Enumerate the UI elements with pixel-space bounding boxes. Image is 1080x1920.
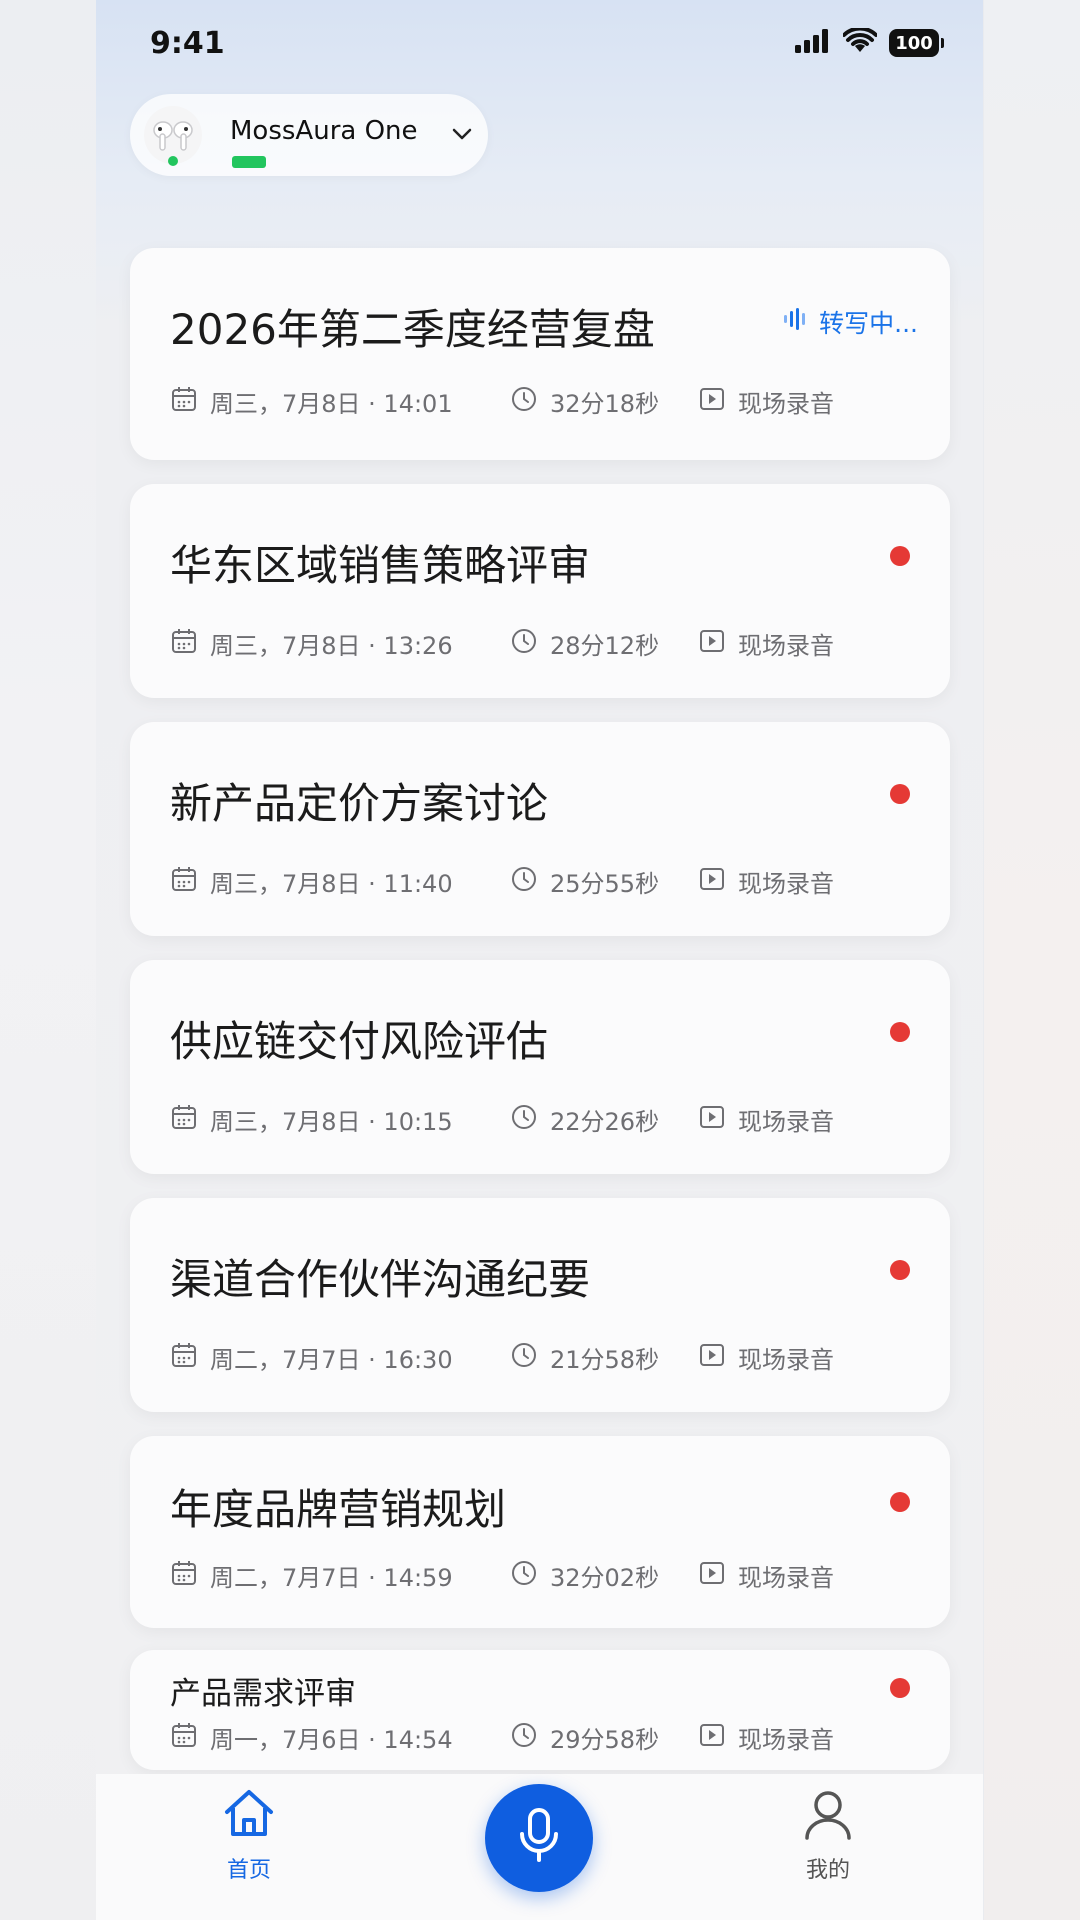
calendar-icon <box>170 1559 198 1593</box>
battery-indicator: 100 <box>889 29 944 57</box>
user-icon <box>802 1788 854 1846</box>
recording-duration: 21分58秒 <box>550 1346 660 1374</box>
recording-date: 周三，7月8日 · 13:26 <box>210 632 453 660</box>
recording-meta: 周三，7月8日 · 10:15 22分26秒 现场录音 <box>170 1102 834 1137</box>
recording-meta: 周二，7月7日 · 14:59 32分02秒 现场录音 <box>170 1558 834 1593</box>
recording-source: 现场录音 <box>738 1108 834 1136</box>
status-icons: 100 <box>795 26 944 58</box>
recording-card[interactable]: 华东区域销售策略评审 周三，7月8日 · 13:26 28分12秒 现场录音 <box>130 484 950 698</box>
recording-date: 周一，7月6日 · 14:54 <box>210 1726 453 1754</box>
signal-icon <box>795 29 831 57</box>
recording-meta: 周三，7月8日 · 13:26 28分12秒 现场录音 <box>170 626 834 661</box>
recording-card[interactable]: 新产品定价方案讨论 周三，7月8日 · 11:40 25分55秒 现场录音 <box>130 722 950 936</box>
recording-card[interactable]: 2026年第二季度经营复盘 转写中... 周三，7月8日 · 14:01 32分… <box>130 248 950 460</box>
recording-card[interactable]: 产品需求评审 周一，7月6日 · 14:54 29分58秒 现场录音 <box>130 1650 950 1770</box>
calendar-icon <box>170 627 198 661</box>
recording-meta: 周一，7月6日 · 14:54 29分58秒 现场录音 <box>170 1720 834 1755</box>
tab-me[interactable]: 我的 <box>802 1788 854 1884</box>
chevron-down-icon <box>450 124 474 148</box>
recording-date: 周二，7月7日 · 14:59 <box>210 1564 453 1592</box>
play-icon <box>698 385 726 419</box>
waveform-icon <box>783 307 809 337</box>
recording-meta: 周三，7月8日 · 14:01 32分18秒 现场录音 <box>170 384 834 419</box>
recording-card[interactable]: 渠道合作伙伴沟通纪要 周二，7月7日 · 16:30 21分58秒 现场录音 <box>130 1198 950 1412</box>
recording-meta: 周三，7月8日 · 11:40 25分55秒 现场录音 <box>170 864 834 899</box>
wifi-icon <box>842 26 878 58</box>
clock-icon <box>510 1559 538 1593</box>
online-status-dot <box>168 156 178 166</box>
recording-duration: 32分02秒 <box>550 1564 660 1592</box>
clock-icon <box>510 385 538 419</box>
clock-icon <box>510 627 538 661</box>
recording-date: 周三，7月8日 · 11:40 <box>210 870 453 898</box>
recording-duration: 28分12秒 <box>550 632 660 660</box>
recording-card[interactable]: 年度品牌营销规划 周二，7月7日 · 14:59 32分02秒 现场录音 <box>130 1436 950 1628</box>
play-icon <box>698 865 726 899</box>
background-right <box>984 0 1080 1920</box>
unread-dot <box>890 1260 910 1280</box>
play-icon <box>698 1721 726 1755</box>
recording-source: 现场录音 <box>738 1726 834 1754</box>
microphone-icon <box>514 1806 564 1870</box>
transcribing-status: 转写中... <box>783 304 918 340</box>
unread-dot <box>890 1492 910 1512</box>
calendar-icon <box>170 1341 198 1375</box>
tab-home-label: 首页 <box>226 1858 271 1883</box>
recording-title: 华东区域销售策略评审 <box>170 541 591 590</box>
device-name: MossAura One <box>230 116 418 146</box>
calendar-icon <box>170 1721 198 1755</box>
tab-home[interactable]: 首页 <box>221 1788 277 1884</box>
recording-source: 现场录音 <box>738 390 834 418</box>
device-battery-icon <box>232 156 266 168</box>
recording-date: 周三，7月8日 · 14:01 <box>210 390 453 418</box>
unread-dot <box>890 546 910 566</box>
calendar-icon <box>170 865 198 899</box>
play-icon <box>698 1103 726 1137</box>
play-icon <box>698 1559 726 1593</box>
device-selector[interactable]: MossAura One <box>130 94 488 176</box>
tab-me-label: 我的 <box>805 1858 850 1883</box>
recording-duration: 32分18秒 <box>550 390 660 418</box>
recording-title: 供应链交付风险评估 <box>170 1017 549 1066</box>
recording-title: 渠道合作伙伴沟通纪要 <box>170 1255 591 1304</box>
background-left <box>0 0 96 1920</box>
clock-icon <box>510 865 538 899</box>
recording-source: 现场录音 <box>738 1564 834 1592</box>
unread-dot <box>890 1678 910 1698</box>
recording-source: 现场录音 <box>738 632 834 660</box>
recording-title: 新产品定价方案讨论 <box>170 779 549 828</box>
clock-icon <box>510 1103 538 1137</box>
bottom-tab-bar: 首页 我的 <box>96 1774 983 1920</box>
recording-duration: 25分55秒 <box>550 870 660 898</box>
recording-title: 年度品牌营销规划 <box>170 1485 507 1534</box>
unread-dot <box>890 784 910 804</box>
calendar-icon <box>170 385 198 419</box>
calendar-icon <box>170 1103 198 1137</box>
recording-source: 现场录音 <box>738 870 834 898</box>
clock-icon <box>510 1721 538 1755</box>
clock-icon <box>510 1341 538 1375</box>
status-time: 9:41 <box>150 26 225 61</box>
recording-duration: 29分58秒 <box>550 1726 660 1754</box>
recording-meta: 周二，7月7日 · 16:30 21分58秒 现场录音 <box>170 1340 834 1375</box>
transcribing-label: 转写中... <box>819 309 918 338</box>
unread-dot <box>890 1022 910 1042</box>
recording-date: 周二，7月7日 · 16:30 <box>210 1346 453 1374</box>
home-icon <box>221 1788 277 1846</box>
play-icon <box>698 1341 726 1375</box>
phone-screen: 9:41 100 MossAura One 2026年第二季度经营复盘 转写中.… <box>96 0 983 1920</box>
recording-source: 现场录音 <box>738 1346 834 1374</box>
recording-title: 2026年第二季度经营复盘 <box>170 305 655 354</box>
recording-date: 周三，7月8日 · 10:15 <box>210 1108 453 1136</box>
recording-card[interactable]: 供应链交付风险评估 周三，7月8日 · 10:15 22分26秒 现场录音 <box>130 960 950 1174</box>
record-button[interactable] <box>485 1784 593 1892</box>
recording-title: 产品需求评审 <box>170 1676 356 1712</box>
play-icon <box>698 627 726 661</box>
recording-duration: 22分26秒 <box>550 1108 660 1136</box>
